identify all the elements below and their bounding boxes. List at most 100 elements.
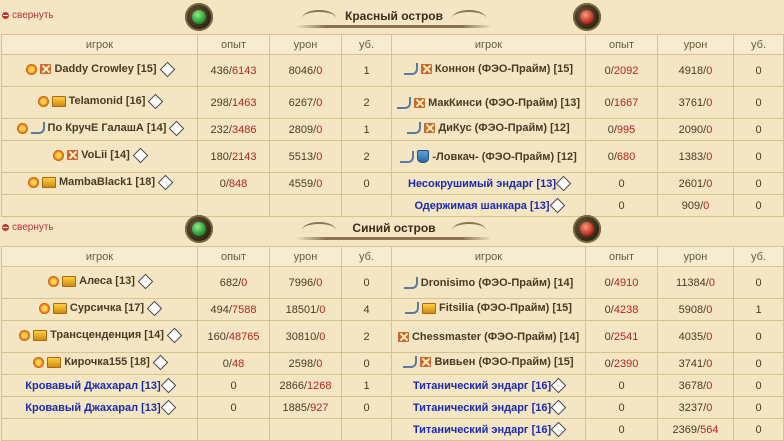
damage-taken: 0 xyxy=(706,96,713,109)
kills-value: 1 xyxy=(341,118,392,141)
exp-value: 0 xyxy=(604,303,611,316)
exp-total: 2092 xyxy=(613,64,639,77)
info-icon[interactable] xyxy=(169,120,185,137)
player-link[interactable]: MambaBlack1 [18] xyxy=(28,174,174,191)
blue-island-header: свернуть Синий остров xyxy=(0,212,784,246)
mob-link[interactable]: Кровавый Джахарал [13] xyxy=(25,377,176,394)
player-link[interactable]: Коннон (ФЭО-Прайм) [15] xyxy=(403,63,573,75)
damage-taken: 0 xyxy=(708,276,715,289)
sun-icon xyxy=(37,95,49,107)
mob-link[interactable]: Титанический эндарг [16] xyxy=(412,421,567,438)
info-icon[interactable] xyxy=(160,377,176,394)
blue-island-table: игрок опыт урон уб. игрок опыт урон уб. … xyxy=(1,246,784,441)
damage-taken: 0 xyxy=(706,64,713,77)
sun-icon xyxy=(33,356,45,368)
damage-value: 2598 xyxy=(288,357,314,370)
player-link[interactable]: Вивьен (ФЭО-Прайм) [15] xyxy=(403,356,574,368)
info-icon[interactable] xyxy=(550,399,567,416)
info-icon[interactable] xyxy=(137,273,154,290)
player-link[interactable]: Fitsilia (ФЭО-Прайм) [15] xyxy=(405,302,572,314)
red-collapse-link[interactable]: свернуть xyxy=(2,10,54,21)
mob-name: Кровавый Джахарал [13] xyxy=(25,401,161,414)
hook-icon xyxy=(405,302,420,314)
kills-value: 2 xyxy=(341,86,392,119)
mob-link[interactable]: Несокрушимый эндарг [13] xyxy=(408,175,572,192)
exp-total: 3486 xyxy=(231,123,257,136)
info-icon[interactable] xyxy=(550,421,567,438)
player-name: Fitsilia (ФЭО-Прайм) [15] xyxy=(439,302,572,314)
damage-taken: 1268 xyxy=(307,379,332,392)
damage-value: 7996 xyxy=(288,276,314,289)
info-icon[interactable] xyxy=(159,61,175,78)
damage-value: 4035 xyxy=(678,330,704,343)
crown-icon xyxy=(47,356,62,368)
player-link[interactable]: Кирочка155 [18] xyxy=(33,354,169,371)
player-link[interactable]: Telamonid [16] xyxy=(37,93,164,110)
kills-value: 0 xyxy=(341,172,392,195)
player-name: Вивьен (ФЭО-Прайм) [15] xyxy=(434,356,574,368)
kills-value: 0 xyxy=(733,172,784,195)
damage-taken: 0 xyxy=(319,303,326,316)
sun-icon xyxy=(28,176,39,188)
player-link[interactable]: Алеса [13] xyxy=(48,273,154,290)
col-exp: опыт xyxy=(585,246,658,267)
info-icon[interactable] xyxy=(157,174,174,191)
player-link[interactable]: МакКинси (ФЭО-Прайм) [13] xyxy=(396,96,580,110)
collapse-minus-icon xyxy=(2,12,9,19)
blue-collapse-label: свернуть xyxy=(12,222,54,233)
mob-link[interactable]: Кровавый Джахарал [13] xyxy=(25,399,176,416)
player-link[interactable]: Трансценденция [14] xyxy=(19,327,183,344)
blue-collapse-link[interactable]: свернуть xyxy=(2,222,54,233)
info-icon[interactable] xyxy=(555,175,572,192)
info-icon[interactable] xyxy=(148,93,164,110)
player-name: Chessmaster (ФЭО-Прайм) [14] xyxy=(411,330,580,343)
table-row: Кирочка155 [18] 0/48 2598/0 0 Вивьен (ФЭ… xyxy=(1,352,784,375)
player-name: Daddy Crowley [15] xyxy=(54,63,157,76)
damage-taken: 0 xyxy=(319,330,326,343)
damage-value: 30810 xyxy=(285,330,317,343)
damage-value: 6267 xyxy=(288,96,314,109)
mob-link[interactable]: Титанический эндарг [16] xyxy=(413,377,567,394)
damage-value: 18501 xyxy=(285,303,317,316)
exp-value: 0 xyxy=(585,418,658,441)
sun-icon xyxy=(53,149,65,161)
info-icon[interactable] xyxy=(550,377,567,394)
player-link[interactable]: -Ловкач- (ФЭО-Прайм) [12] xyxy=(400,150,577,164)
player-link[interactable]: По КручЕ ГалашА [14] xyxy=(16,120,185,137)
sun-icon xyxy=(26,63,38,75)
exp-value: 682 xyxy=(219,276,239,289)
player-link[interactable]: Сурсичка [17] xyxy=(38,300,163,317)
info-icon[interactable] xyxy=(160,399,176,416)
player-link[interactable]: VoLii [14] xyxy=(53,147,149,164)
info-icon[interactable] xyxy=(166,327,183,344)
exp-total: 2541 xyxy=(613,330,639,343)
damage-value: 3741 xyxy=(678,357,704,370)
info-icon[interactable] xyxy=(146,300,163,317)
mob-name: Титанический эндарг [16] xyxy=(412,423,552,436)
exp-value: 0 xyxy=(607,150,614,163)
player-link[interactable]: ДиКус (ФЭО-Прайм) [12] xyxy=(407,122,570,134)
col-kills: уб. xyxy=(733,246,784,267)
info-icon[interactable] xyxy=(152,354,169,371)
red-island-title: Красный остров xyxy=(345,9,443,23)
mob-link[interactable]: Титанический эндарг [16] xyxy=(413,399,567,416)
info-icon[interactable] xyxy=(132,147,149,164)
mob-link[interactable]: Одержимая шанкара [13] xyxy=(414,197,565,214)
table-row: Трансценденция [14] 160/48765 30810/0 2 … xyxy=(1,320,784,353)
damage-taken: 0 xyxy=(706,401,713,414)
damage-taken: 0 xyxy=(706,357,713,370)
red-island-banner: Красный остров xyxy=(296,6,492,28)
player-link[interactable]: Chessmaster (ФЭО-Прайм) [14] xyxy=(397,330,580,344)
hook-icon xyxy=(407,122,422,134)
col-player: игрок xyxy=(1,246,198,267)
sun-icon xyxy=(48,275,60,287)
player-link[interactable]: Daddy Crowley [15] xyxy=(26,61,175,78)
crown-icon xyxy=(51,95,66,107)
kills-value: 1 xyxy=(341,54,392,87)
damage-value: 1885 xyxy=(282,401,308,414)
col-kills: уб. xyxy=(341,246,392,267)
exp-value: 232 xyxy=(210,123,229,136)
crown-icon xyxy=(62,275,77,287)
player-link[interactable]: Dronisimo (ФЭО-Прайм) [14] xyxy=(403,276,573,290)
col-damage: урон xyxy=(657,246,734,267)
